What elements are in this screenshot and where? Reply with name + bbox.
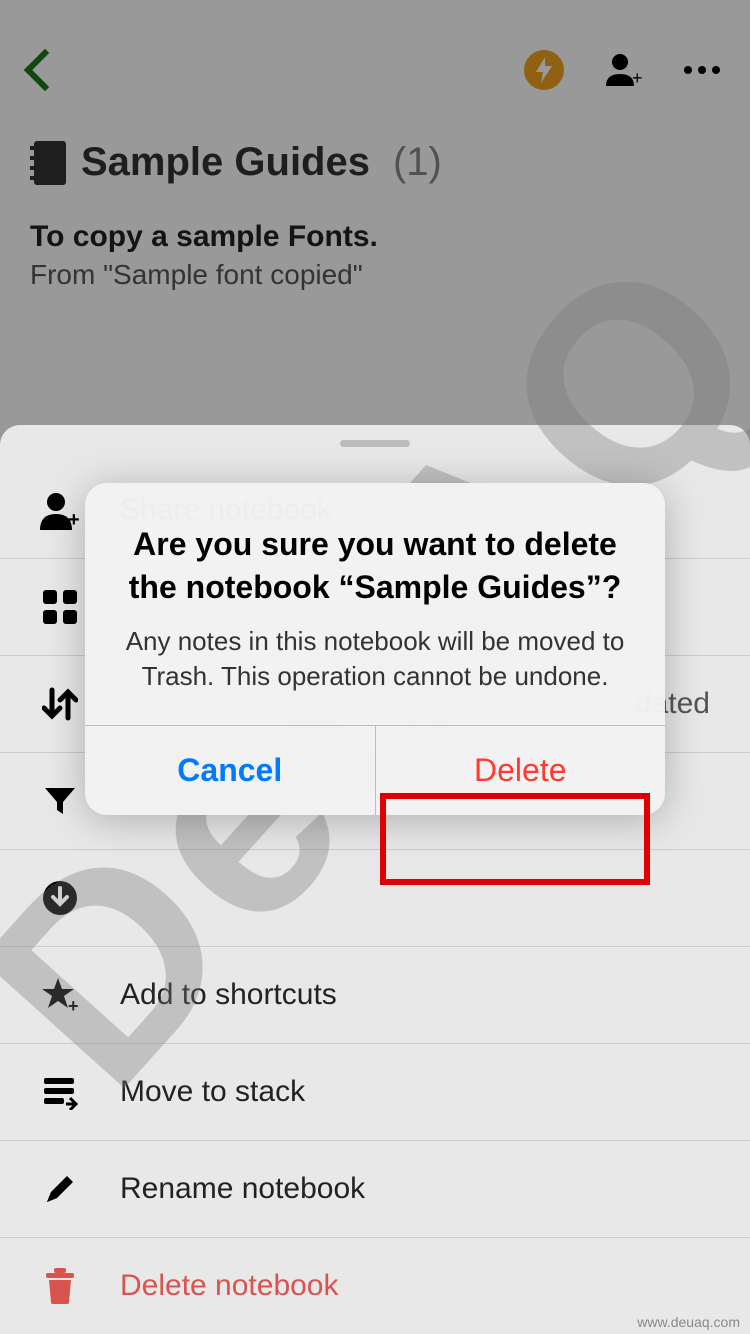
sheet-download[interactable] (0, 850, 750, 947)
download-icon (40, 878, 80, 918)
pencil-icon (40, 1169, 80, 1209)
sheet-item-label: Add to shortcuts (120, 978, 337, 1012)
sort-icon (40, 684, 80, 724)
svg-text:+: + (68, 509, 80, 530)
trash-icon (40, 1266, 80, 1306)
sheet-move-stack[interactable]: Move to stack (0, 1044, 750, 1141)
attribution-text: www.deuaq.com (637, 1314, 740, 1330)
star-add-icon: + (40, 975, 80, 1015)
stack-icon (40, 1072, 80, 1112)
grid-icon (40, 587, 80, 627)
sheet-handle[interactable] (340, 440, 410, 447)
alert-message: Any notes in this notebook will be moved… (115, 624, 635, 694)
alert-title: Are you sure you want to delete the note… (115, 523, 635, 609)
confirm-delete-dialog: Are you sure you want to delete the note… (85, 483, 665, 815)
cancel-button[interactable]: Cancel (85, 726, 376, 815)
sheet-add-shortcut[interactable]: + Add to shortcuts (0, 947, 750, 1044)
filter-icon (40, 781, 80, 821)
sheet-item-label: Delete notebook (120, 1269, 339, 1303)
person-add-icon: + (40, 490, 80, 530)
sheet-rename[interactable]: Rename notebook (0, 1141, 750, 1238)
svg-text:+: + (68, 996, 79, 1014)
sheet-item-label: Move to stack (120, 1075, 305, 1109)
delete-button[interactable]: Delete (376, 726, 666, 815)
sheet-item-label: Rename notebook (120, 1172, 365, 1206)
